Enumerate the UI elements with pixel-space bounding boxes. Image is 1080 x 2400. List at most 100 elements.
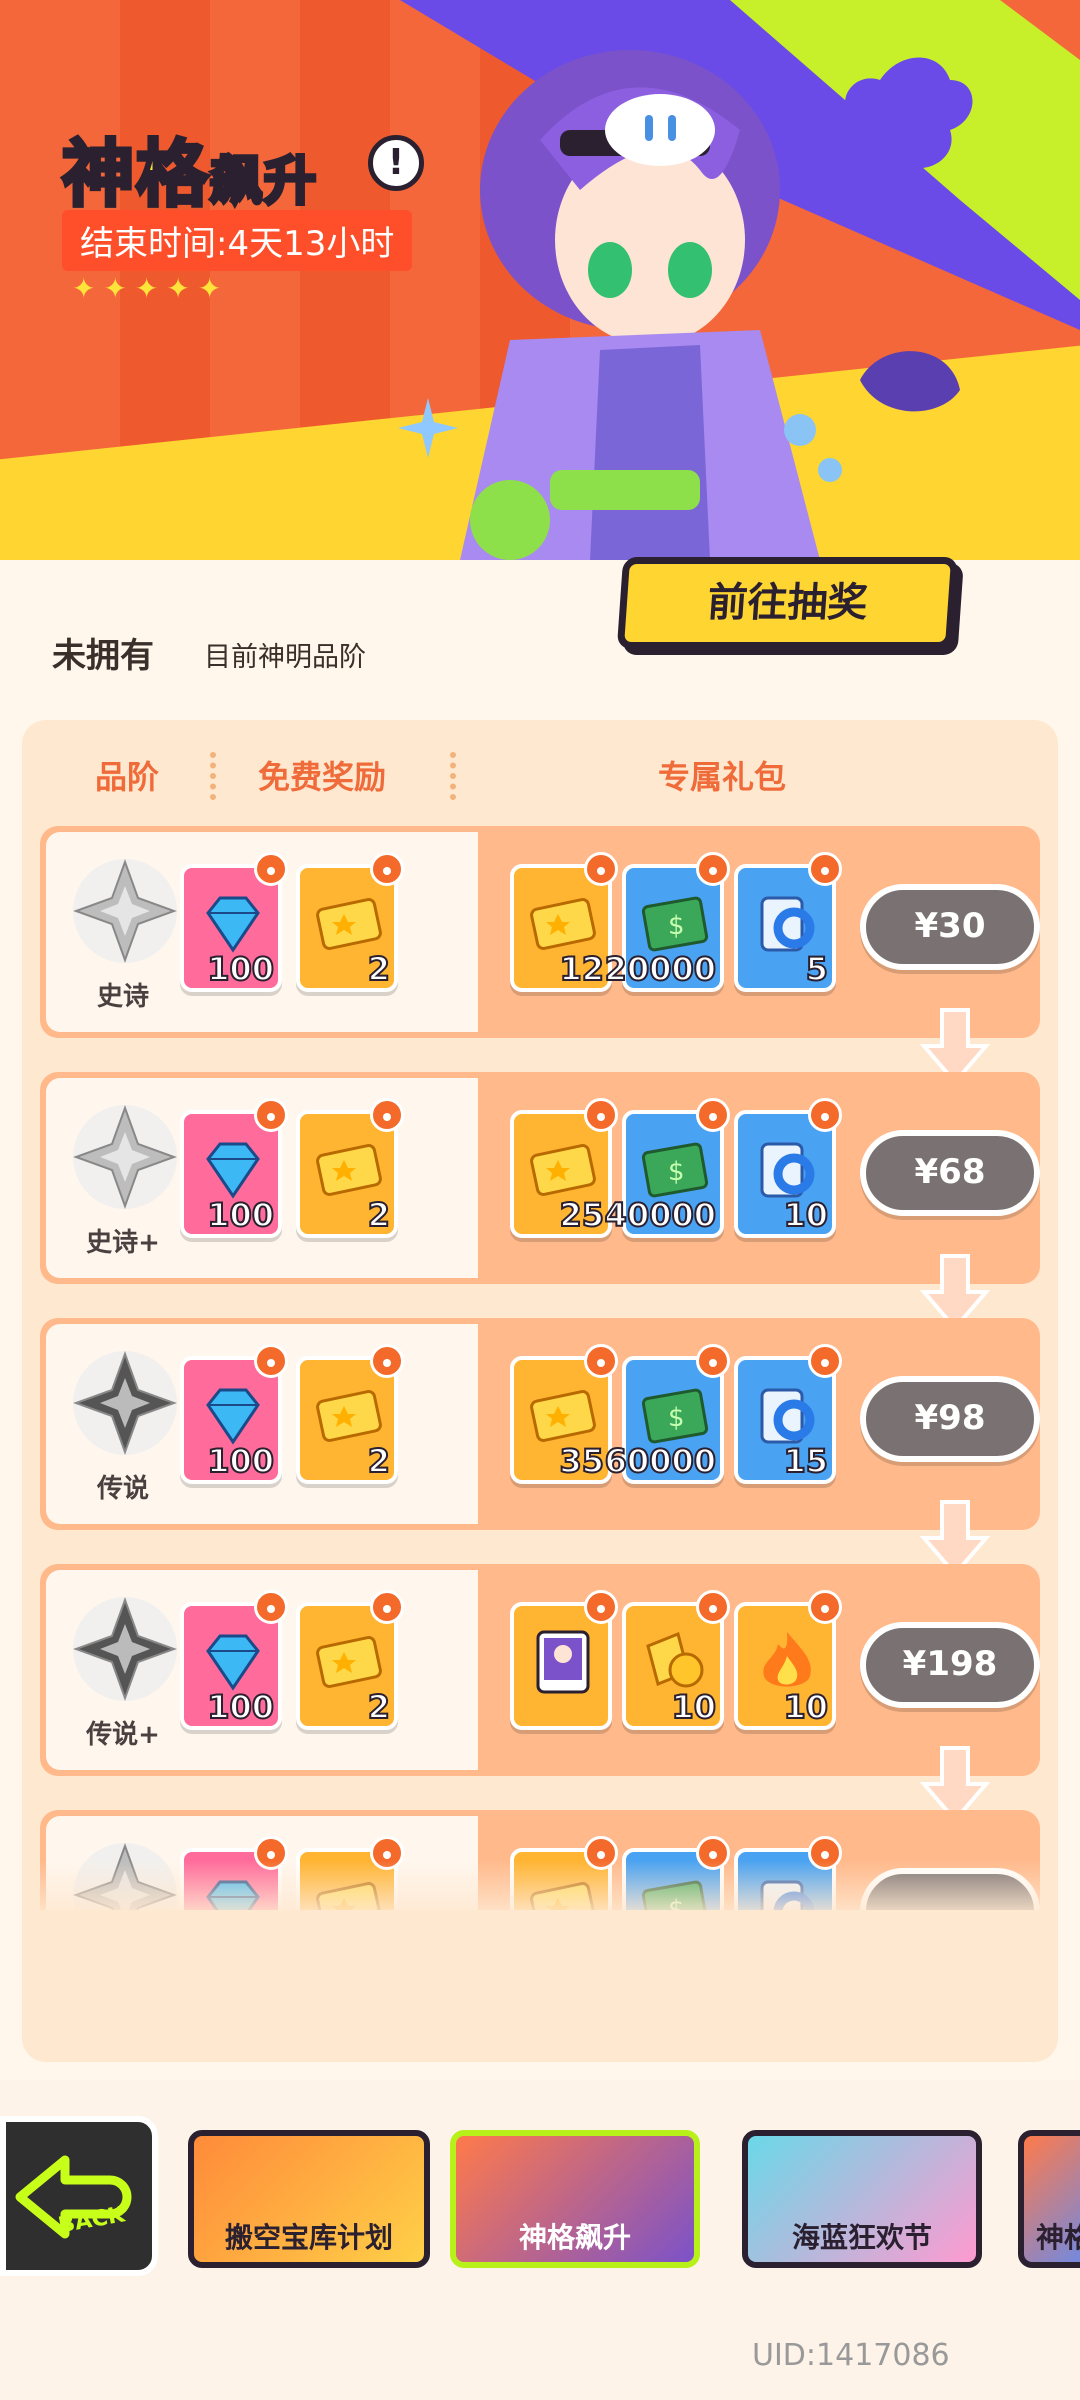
item-quantity: 10 <box>782 1687 829 1727</box>
lock-icon <box>370 1344 404 1378</box>
lock-icon <box>584 852 618 886</box>
svg-text:$: $ <box>668 1403 685 1433</box>
column-divider <box>210 752 218 800</box>
tab-more[interactable]: 神格 <box>1018 2130 1080 2268</box>
purchase-button[interactable]: ¥30 <box>860 884 1040 970</box>
pack-reward-item[interactable]: 10 <box>734 1098 842 1238</box>
column-header-rank: 品阶 <box>95 758 160 796</box>
lock-icon <box>254 1098 288 1132</box>
lock-icon <box>696 1344 730 1378</box>
item-quantity: 20000 <box>604 949 717 989</box>
item-quantity: 100 <box>206 1195 275 1235</box>
lock-icon <box>808 1344 842 1378</box>
lock-icon <box>808 1590 842 1624</box>
lock-icon <box>808 1098 842 1132</box>
rating-stars: ✦✦✦✦✦ <box>72 272 230 305</box>
rank-label: 史诗 <box>96 982 149 1012</box>
tab-label: 神格飙升 <box>518 2221 631 2254</box>
item-quantity: 15 <box>782 1441 829 1481</box>
pack-reward-item[interactable]: $20000 <box>604 852 730 992</box>
tab-ocean-carnival[interactable]: 海蓝狂欢节 <box>742 2130 982 2268</box>
item-quantity: 40000 <box>604 1195 717 1235</box>
item-quantity: 5 <box>805 949 829 989</box>
sparkle-icon <box>398 398 458 458</box>
tab-divine-rank[interactable]: 神格飙升 <box>450 2130 700 2268</box>
item-quantity: 100 <box>206 949 275 989</box>
lock-icon <box>254 1344 288 1378</box>
purchase-button[interactable]: ¥98 <box>860 1376 1040 1462</box>
free-reward-item[interactable]: 2 <box>296 1098 404 1238</box>
rank-label: 传说+ <box>86 1720 160 1750</box>
item-quantity: 100 <box>206 1687 275 1727</box>
rank-emblem-icon <box>73 859 177 963</box>
lock-icon <box>696 1098 730 1132</box>
list-fade <box>22 1860 1058 1920</box>
item-quantity: 25 <box>558 1195 605 1235</box>
rank-emblem-icon <box>73 1351 177 1455</box>
pack-reward-item[interactable]: 10 <box>622 1590 730 1730</box>
event-countdown: 结束时间:4天13小时 <box>62 210 413 271</box>
pack-reward-item[interactable]: $40000 <box>604 1098 730 1238</box>
free-reward-item[interactable]: 100 <box>180 1590 288 1730</box>
go-draw-button[interactable]: 前往抽奖 <box>616 557 959 649</box>
lock-icon <box>254 852 288 886</box>
free-reward-item[interactable]: 100 <box>180 1098 288 1238</box>
item-quantity: 100 <box>206 1441 275 1481</box>
lock-icon <box>696 1590 730 1624</box>
svg-text:$: $ <box>668 1157 685 1187</box>
tier-row: 史诗 100 2 12 $20000 5 ¥30 <box>40 826 1040 1086</box>
back-button[interactable] <box>0 2116 158 2276</box>
column-header-free: 免费奖励 <box>258 758 387 796</box>
item-quantity: 12 <box>558 949 605 989</box>
purchase-button[interactable]: ¥68 <box>860 1130 1040 1216</box>
pack-reward-item[interactable]: 25 <box>510 1098 618 1238</box>
rank-emblem-icon <box>73 1597 177 1701</box>
lock-icon <box>370 852 404 886</box>
pack-reward-item[interactable]: 15 <box>734 1344 842 1484</box>
lock-icon <box>584 1098 618 1132</box>
tab-label: 海蓝狂欢节 <box>791 2221 932 2254</box>
help-icon[interactable]: ! <box>368 135 424 191</box>
event-title: 神格飙升 <box>60 130 319 218</box>
tier-list[interactable]: 史诗 100 2 12 $20000 5 ¥30 史诗+ 100 2 25 $40000 10 ¥68 传说… <box>22 810 1058 1910</box>
user-id: UID:1417086 <box>752 2338 950 2373</box>
pack-reward-item[interactable]: 5 <box>734 852 842 992</box>
pack-reward-item[interactable]: 12 <box>510 852 618 992</box>
free-reward-item[interactable]: 2 <box>296 1590 404 1730</box>
lock-icon <box>370 1098 404 1132</box>
tab-label: 搬空宝库计划 <box>224 2221 393 2254</box>
free-reward-item[interactable]: 2 <box>296 852 404 992</box>
pack-reward-item[interactable] <box>510 1590 618 1730</box>
lock-icon <box>696 852 730 886</box>
item-quantity: 35 <box>558 1441 605 1481</box>
lock-icon <box>584 1590 618 1624</box>
pack-reward-item[interactable]: 10 <box>734 1590 842 1730</box>
pack-reward-item[interactable]: 35 <box>510 1344 618 1484</box>
rank-emblem-icon <box>73 1105 177 1209</box>
item-quantity: 60000 <box>604 1441 717 1481</box>
item-quantity: 10 <box>782 1195 829 1235</box>
purchase-button[interactable]: ¥198 <box>860 1622 1040 1708</box>
free-reward-item[interactable]: 100 <box>180 852 288 992</box>
lock-icon <box>254 1590 288 1624</box>
item-quantity: 2 <box>367 949 391 989</box>
free-reward-item[interactable]: 100 <box>180 1344 288 1484</box>
character-illustration <box>400 0 1080 560</box>
tab-label: 神格 <box>1036 2221 1080 2254</box>
free-reward-item[interactable]: 2 <box>296 1344 404 1484</box>
tab-treasury-plan[interactable]: 搬空宝库计划 <box>188 2130 430 2268</box>
column-divider <box>450 752 458 800</box>
tier-row: 史诗+ 100 2 25 $40000 10 ¥68 <box>40 1072 1040 1332</box>
svg-text:$: $ <box>668 911 685 941</box>
item-quantity: 2 <box>367 1195 391 1235</box>
tier-row: 传说+ 100 2 10 10 ¥198 <box>40 1564 1040 1824</box>
column-header-exclusive: 专属礼包 <box>658 758 787 796</box>
item-quantity: 2 <box>367 1441 391 1481</box>
item-quantity: 2 <box>367 1687 391 1727</box>
rank-label: 史诗+ <box>86 1228 160 1258</box>
lock-icon <box>808 852 842 886</box>
pack-reward-item[interactable]: $60000 <box>604 1344 730 1484</box>
rank-label: 传说 <box>96 1474 149 1504</box>
ownership-status: 未拥有 <box>52 636 154 676</box>
lock-icon <box>584 1344 618 1378</box>
